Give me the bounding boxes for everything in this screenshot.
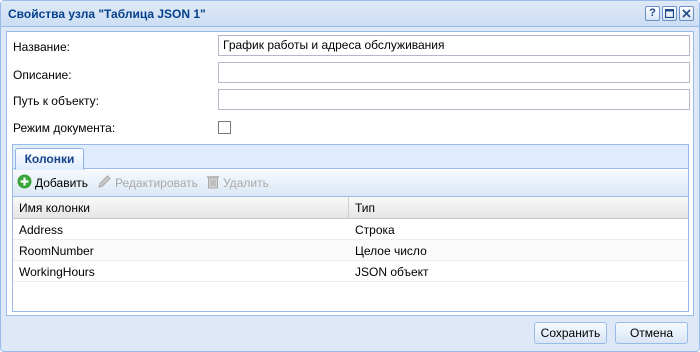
doc-mode-label: Режим документа: xyxy=(13,121,116,135)
edit-button-label: Редактировать xyxy=(115,176,198,190)
add-button[interactable]: Добавить xyxy=(17,174,89,192)
maximize-icon[interactable] xyxy=(662,6,677,21)
cell-name: RoomNumber xyxy=(19,244,94,258)
cell-type: Целое число xyxy=(355,244,427,258)
name-label: Название: xyxy=(13,40,70,54)
table-row[interactable]: RoomNumber Целое число xyxy=(13,240,688,261)
cell-name: WorkingHours xyxy=(19,265,95,279)
grid-header: Имя колонки Тип xyxy=(13,197,688,219)
tab-columns[interactable]: Колонки xyxy=(15,148,84,170)
path-label: Путь к объекту: xyxy=(13,94,99,108)
cell-type: Строка xyxy=(355,223,395,237)
column-header-name[interactable]: Имя колонки xyxy=(19,201,90,215)
grid-toolbar: Добавить Редактировать Удалить xyxy=(13,170,688,197)
doc-mode-checkbox[interactable] xyxy=(218,121,231,134)
column-header-type[interactable]: Тип xyxy=(355,201,375,215)
help-icon[interactable]: ? xyxy=(645,6,660,21)
path-field[interactable] xyxy=(218,89,690,110)
dialog-body: Название: График работы и адреса обслужи… xyxy=(6,31,694,316)
cell-type: JSON объект xyxy=(355,265,429,279)
columns-tabpanel: Колонки Добавить Редактировать Удалить И… xyxy=(12,144,689,312)
delete-button-label: Удалить xyxy=(223,176,269,190)
properties-dialog: Свойства узла "Таблица JSON 1" ? Названи… xyxy=(0,0,700,352)
close-icon[interactable] xyxy=(679,6,694,21)
table-row[interactable]: WorkingHours JSON объект xyxy=(13,261,688,282)
save-button[interactable]: Сохранить xyxy=(534,322,607,344)
delete-button[interactable]: Удалить xyxy=(206,175,269,191)
trash-icon xyxy=(206,174,220,192)
dialog-titlebar[interactable]: Свойства узла "Таблица JSON 1" ? xyxy=(1,1,699,27)
tab-strip: Колонки xyxy=(13,145,688,170)
edit-button[interactable]: Редактировать xyxy=(97,175,198,191)
name-field[interactable]: График работы и адреса обслуживания xyxy=(218,35,690,56)
pencil-icon xyxy=(97,174,112,192)
cancel-button[interactable]: Отмена xyxy=(615,322,688,344)
dialog-title: Свойства узла "Таблица JSON 1" xyxy=(8,7,206,21)
add-icon xyxy=(17,174,32,192)
description-field[interactable] xyxy=(218,62,690,83)
description-label: Описание: xyxy=(13,68,72,82)
column-separator xyxy=(348,197,349,219)
cell-name: Address xyxy=(19,223,64,237)
table-row[interactable]: Address Строка xyxy=(13,219,688,240)
add-button-label: Добавить xyxy=(35,176,89,190)
